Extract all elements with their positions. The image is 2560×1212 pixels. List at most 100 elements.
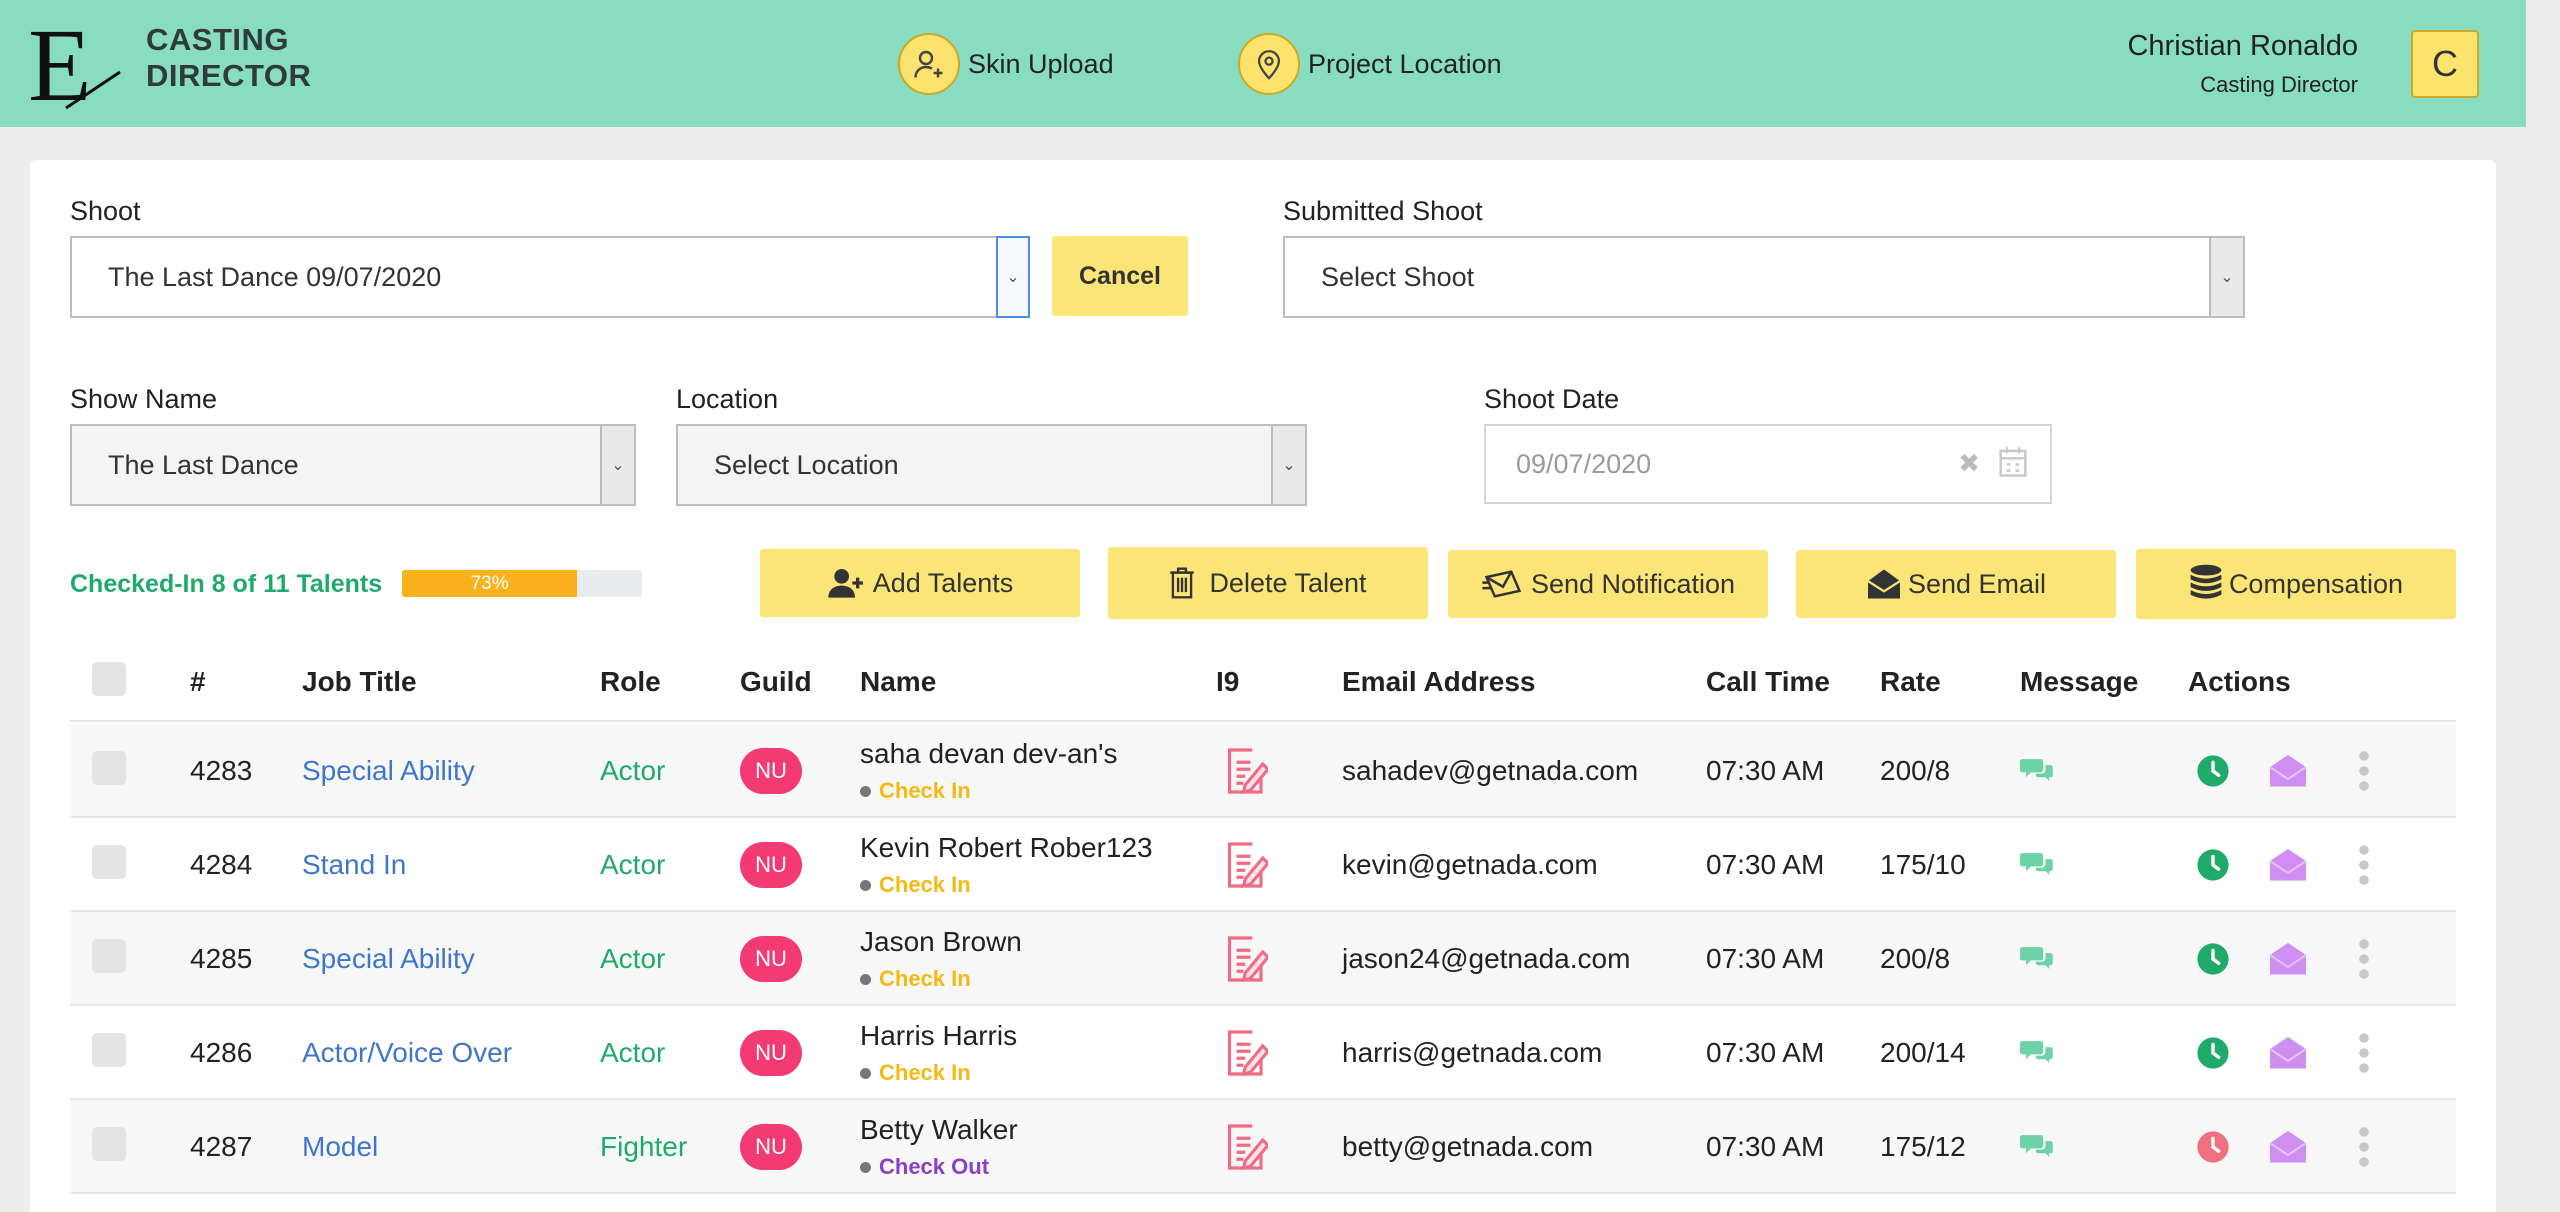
rate: 200/14	[1880, 1037, 1966, 1068]
table-row[interactable]: 4285 Special Ability Actor NU Jason Brow…	[70, 912, 2456, 1006]
i9-document-icon[interactable]	[1226, 1030, 1268, 1076]
delete-talent-label: Delete Talent	[1209, 567, 1367, 598]
user-plus-icon	[827, 566, 867, 600]
submitted-shoot-label: Submitted Shoot	[1283, 196, 1483, 226]
i9-document-icon[interactable]	[1226, 936, 1268, 982]
col-job-title[interactable]: Job Title	[302, 666, 417, 698]
clock-icon[interactable]	[2196, 942, 2230, 976]
col-name[interactable]: Name	[860, 666, 936, 698]
chat-icon[interactable]	[2020, 756, 2054, 784]
checkin-status-label: Check In	[879, 778, 971, 803]
table-row[interactable]: 4283 Special Ability Actor NU saha devan…	[70, 724, 2456, 818]
show-name-value: The Last Dance	[108, 449, 299, 480]
shoot-date-input[interactable]: 09/07/2020 ✖	[1484, 424, 2052, 504]
delete-talent-button[interactable]: Delete Talent	[1108, 547, 1428, 619]
nav-skin-upload[interactable]: Skin Upload	[898, 33, 1114, 95]
clock-icon[interactable]	[2196, 848, 2230, 882]
show-name-select[interactable]: The Last Dance ⌄	[70, 424, 636, 506]
cancel-button[interactable]: Cancel	[1052, 236, 1188, 316]
job-title-link[interactable]: Special Ability	[302, 943, 475, 975]
chat-icon[interactable]	[2020, 1132, 2054, 1160]
row-checkbox[interactable]	[92, 845, 126, 879]
role-text: Actor	[600, 943, 666, 974]
row-checkbox[interactable]	[92, 1127, 126, 1161]
col-call-time[interactable]: Call Time	[1706, 666, 1830, 698]
col-guild[interactable]: Guild	[740, 666, 812, 698]
more-vertical-icon[interactable]	[2358, 844, 2370, 886]
user-name: Christian Ronaldo	[2127, 30, 2358, 62]
col-rate[interactable]: Rate	[1880, 666, 1941, 698]
row-checkbox[interactable]	[92, 751, 126, 785]
talent-name: Kevin Robert Rober123	[860, 832, 1153, 863]
nav-project-location[interactable]: Project Location	[1238, 33, 1502, 95]
envelope-open-icon[interactable]	[2268, 1128, 2308, 1164]
clock-icon[interactable]	[2196, 1036, 2230, 1070]
logo-icon[interactable]: E	[28, 8, 128, 123]
chat-icon[interactable]	[2020, 1038, 2054, 1066]
row-checkbox[interactable]	[92, 939, 126, 973]
clock-icon[interactable]	[2196, 754, 2230, 788]
call-time: 07:30 AM	[1706, 849, 1825, 880]
talent-id: 4283	[190, 755, 253, 786]
job-title-link[interactable]: Special Ability	[302, 755, 475, 787]
talent-id: 4285	[190, 943, 253, 974]
calendar-icon[interactable]	[1998, 446, 2028, 485]
col-email[interactable]: Email Address	[1342, 666, 1535, 698]
talent-name: Harris Harris	[860, 1020, 1018, 1051]
email-address: jason24@getnada.com	[1342, 943, 1631, 974]
chat-icon[interactable]	[2020, 944, 2054, 972]
i9-document-icon[interactable]	[1226, 842, 1268, 888]
checkin-status[interactable]: Check Out	[860, 1154, 989, 1180]
shoot-select[interactable]: The Last Dance 09/07/2020 ⌄	[70, 236, 1030, 318]
map-pin-icon	[1238, 33, 1300, 95]
col-role[interactable]: Role	[600, 666, 661, 698]
job-title-link[interactable]: Model	[302, 1131, 378, 1163]
row-checkbox[interactable]	[92, 1033, 126, 1067]
status-dot	[860, 879, 871, 891]
compensation-button[interactable]: Compensation	[2136, 549, 2456, 619]
table-row[interactable]: 4284 Stand In Actor NU Kevin Robert Robe…	[70, 818, 2456, 912]
select-all-checkbox[interactable]	[92, 662, 126, 696]
more-vertical-icon[interactable]	[2358, 750, 2370, 792]
send-email-button[interactable]: Send Email	[1796, 550, 2116, 618]
shoot-date-label: Shoot Date	[1484, 384, 1620, 414]
checkin-status[interactable]: Check In	[860, 872, 971, 898]
avatar[interactable]: C	[2411, 30, 2479, 98]
send-notification-button[interactable]: Send Notification	[1448, 550, 1768, 618]
checkin-status-label: Check In	[879, 966, 971, 991]
more-vertical-icon[interactable]	[2358, 1032, 2370, 1074]
clock-icon[interactable]	[2196, 1130, 2230, 1164]
table-row[interactable]: 4287 Model Fighter NU Betty Walker Check…	[70, 1100, 2456, 1194]
col-id: #	[190, 666, 206, 697]
status-dot	[860, 1067, 871, 1079]
nav-label: Skin Upload	[968, 48, 1114, 79]
more-vertical-icon[interactable]	[2358, 1126, 2370, 1168]
envelope-open-icon[interactable]	[2268, 1034, 2308, 1070]
chat-icon[interactable]	[2020, 850, 2054, 878]
envelope-open-icon[interactable]	[2268, 940, 2308, 976]
job-title-link[interactable]: Stand In	[302, 849, 406, 881]
talent-id: 4284	[190, 849, 253, 880]
i9-document-icon[interactable]	[1226, 1124, 1268, 1170]
envelope-open-icon[interactable]	[2268, 846, 2308, 882]
checkin-status[interactable]: Check In	[860, 966, 971, 992]
role-text: Actor	[600, 1037, 666, 1068]
table-row[interactable]: 4286 Actor/Voice Over Actor NU Harris Ha…	[70, 1006, 2456, 1100]
job-title-link[interactable]: Actor/Voice Over	[302, 1037, 512, 1069]
more-vertical-icon[interactable]	[2358, 938, 2370, 980]
checkin-status-label: Check In	[879, 1060, 971, 1085]
status-dot	[860, 1161, 871, 1173]
i9-document-icon[interactable]	[1226, 748, 1268, 794]
status-dot	[860, 785, 871, 797]
col-i9: I9	[1216, 666, 1240, 697]
envelope-icon	[1866, 568, 1902, 600]
clear-icon[interactable]: ✖	[1958, 448, 1980, 479]
shoot-select-value: The Last Dance 09/07/2020	[108, 261, 442, 292]
location-select[interactable]: Select Location ⌄	[676, 424, 1307, 506]
envelope-open-icon[interactable]	[2268, 752, 2308, 788]
add-talents-button[interactable]: Add Talents	[760, 549, 1080, 617]
submitted-shoot-select[interactable]: Select Shoot ⌄	[1283, 236, 2245, 318]
progress-fill: 73%	[402, 570, 578, 597]
checkin-status[interactable]: Check In	[860, 778, 971, 804]
checkin-status[interactable]: Check In	[860, 1060, 971, 1086]
